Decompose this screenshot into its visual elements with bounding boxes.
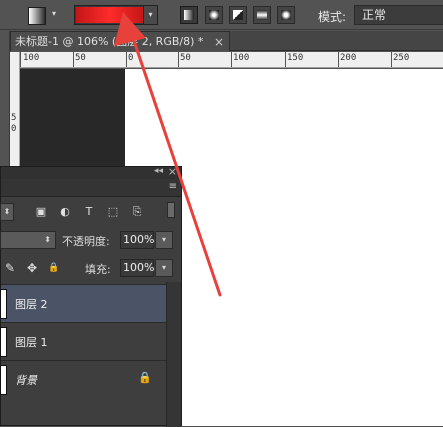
layer-row[interactable]: 图层 1 xyxy=(0,322,166,360)
opacity-label: 不透明度: xyxy=(62,235,110,248)
layer-name: 图层 2 xyxy=(15,298,48,311)
collapse-icon[interactable]: ◂◂ xyxy=(154,166,163,176)
layer-row[interactable]: 背景 🔒 xyxy=(0,360,166,398)
layer-thumbnail xyxy=(0,365,7,395)
close-icon[interactable]: × xyxy=(214,32,224,52)
layers-panel: ◂◂ × ≡ ⬍ ▣ ◐ T ⬚ ⎘ ⬍ 不透明度: 100% ▾ ✎ ✥ 🔒 … xyxy=(0,165,182,427)
lock-icon: 🔒 xyxy=(138,371,152,384)
panel-menu-icon[interactable]: ≡ xyxy=(169,181,177,192)
ruler-label: 50 xyxy=(180,53,191,63)
mode-select[interactable]: 正常 xyxy=(354,5,443,25)
tab-bar-empty xyxy=(230,31,443,51)
angle-gradient-button[interactable] xyxy=(229,6,247,24)
gradient-editor-swatch[interactable]: ▾ xyxy=(74,5,158,25)
filter-smart-object-icon[interactable]: ⎘ xyxy=(130,205,144,219)
radial-gradient-icon xyxy=(209,10,219,20)
layer-name: 背景 xyxy=(15,374,37,387)
layer-name: 图层 1 xyxy=(15,336,48,349)
opacity-input[interactable]: 100% xyxy=(120,231,154,249)
ruler-label: 100 xyxy=(23,53,40,63)
ruler-origin[interactable] xyxy=(10,52,20,68)
gradient-tool-icon xyxy=(28,7,46,25)
ruler-label: 0 xyxy=(11,124,17,134)
fill-dropdown[interactable]: ▾ xyxy=(155,259,173,277)
layers-panel-tab[interactable]: ≡ xyxy=(1,179,181,197)
document-tab-title: 未标题-1 @ 106% (图层 2, RGB/8) * xyxy=(15,35,204,48)
gradient-picker-dropdown[interactable]: ▾ xyxy=(143,6,157,24)
layers-scrollbar[interactable] xyxy=(166,282,181,427)
filter-shape-icon[interactable]: ⬚ xyxy=(106,205,120,219)
lock-all-icon[interactable]: 🔒 xyxy=(47,261,61,275)
ruler-label: 200 xyxy=(340,53,357,63)
filter-pixel-icon[interactable]: ▣ xyxy=(34,205,48,219)
filter-kind-select[interactable]: ⬍ xyxy=(0,203,14,221)
linear-gradient-button[interactable] xyxy=(180,6,198,24)
gradient-preview[interactable] xyxy=(76,7,144,23)
filter-toggle[interactable] xyxy=(167,202,175,218)
mode-label: 模式: xyxy=(318,10,347,24)
filter-adjustment-icon[interactable]: ◐ xyxy=(58,205,72,219)
ruler-label: 250 xyxy=(393,53,410,63)
document-tab[interactable]: 未标题-1 @ 106% (图层 2, RGB/8) * × xyxy=(10,31,230,51)
ruler-label: 100 xyxy=(233,53,250,63)
lock-pixels-icon[interactable]: ✎ xyxy=(3,261,17,275)
reflected-gradient-icon xyxy=(257,10,267,20)
lock-position-icon[interactable]: ✥ xyxy=(25,261,39,275)
blend-mode-select[interactable]: ⬍ xyxy=(0,231,56,249)
vertical-ruler[interactable]: 5 0 xyxy=(10,68,20,178)
ruler-label: 5 xyxy=(11,113,17,123)
fill-label: 填充: xyxy=(85,263,111,276)
filter-type-icon[interactable]: T xyxy=(82,205,96,219)
close-icon[interactable]: × xyxy=(168,165,177,178)
linear-gradient-icon xyxy=(184,10,194,20)
chevron-down-icon: ▾ xyxy=(52,9,57,18)
fill-input[interactable]: 100% xyxy=(120,259,154,277)
diamond-gradient-icon xyxy=(281,10,291,20)
diamond-gradient-button[interactable] xyxy=(277,6,295,24)
angle-gradient-icon xyxy=(233,10,243,20)
pasteboard[interactable] xyxy=(20,69,125,179)
reflected-gradient-button[interactable] xyxy=(253,6,271,24)
options-bar: ▾ ▾ 模式: 正常 xyxy=(0,0,443,30)
panel-titlebar[interactable]: ◂◂ × xyxy=(1,165,181,179)
layer-thumbnail xyxy=(0,289,7,319)
layer-thumbnail xyxy=(0,327,7,357)
tool-preset-picker[interactable]: ▾ xyxy=(26,6,62,25)
opacity-dropdown[interactable]: ▾ xyxy=(155,231,173,249)
ruler-label: 150 xyxy=(287,53,304,63)
ruler-label: 50 xyxy=(75,53,86,63)
horizontal-ruler[interactable]: 100 50 0 50 100 150 200 250 xyxy=(20,51,443,68)
radial-gradient-button[interactable] xyxy=(205,6,223,24)
layer-row[interactable]: 图层 2 xyxy=(0,284,166,322)
ruler-label: 0 xyxy=(128,53,134,63)
